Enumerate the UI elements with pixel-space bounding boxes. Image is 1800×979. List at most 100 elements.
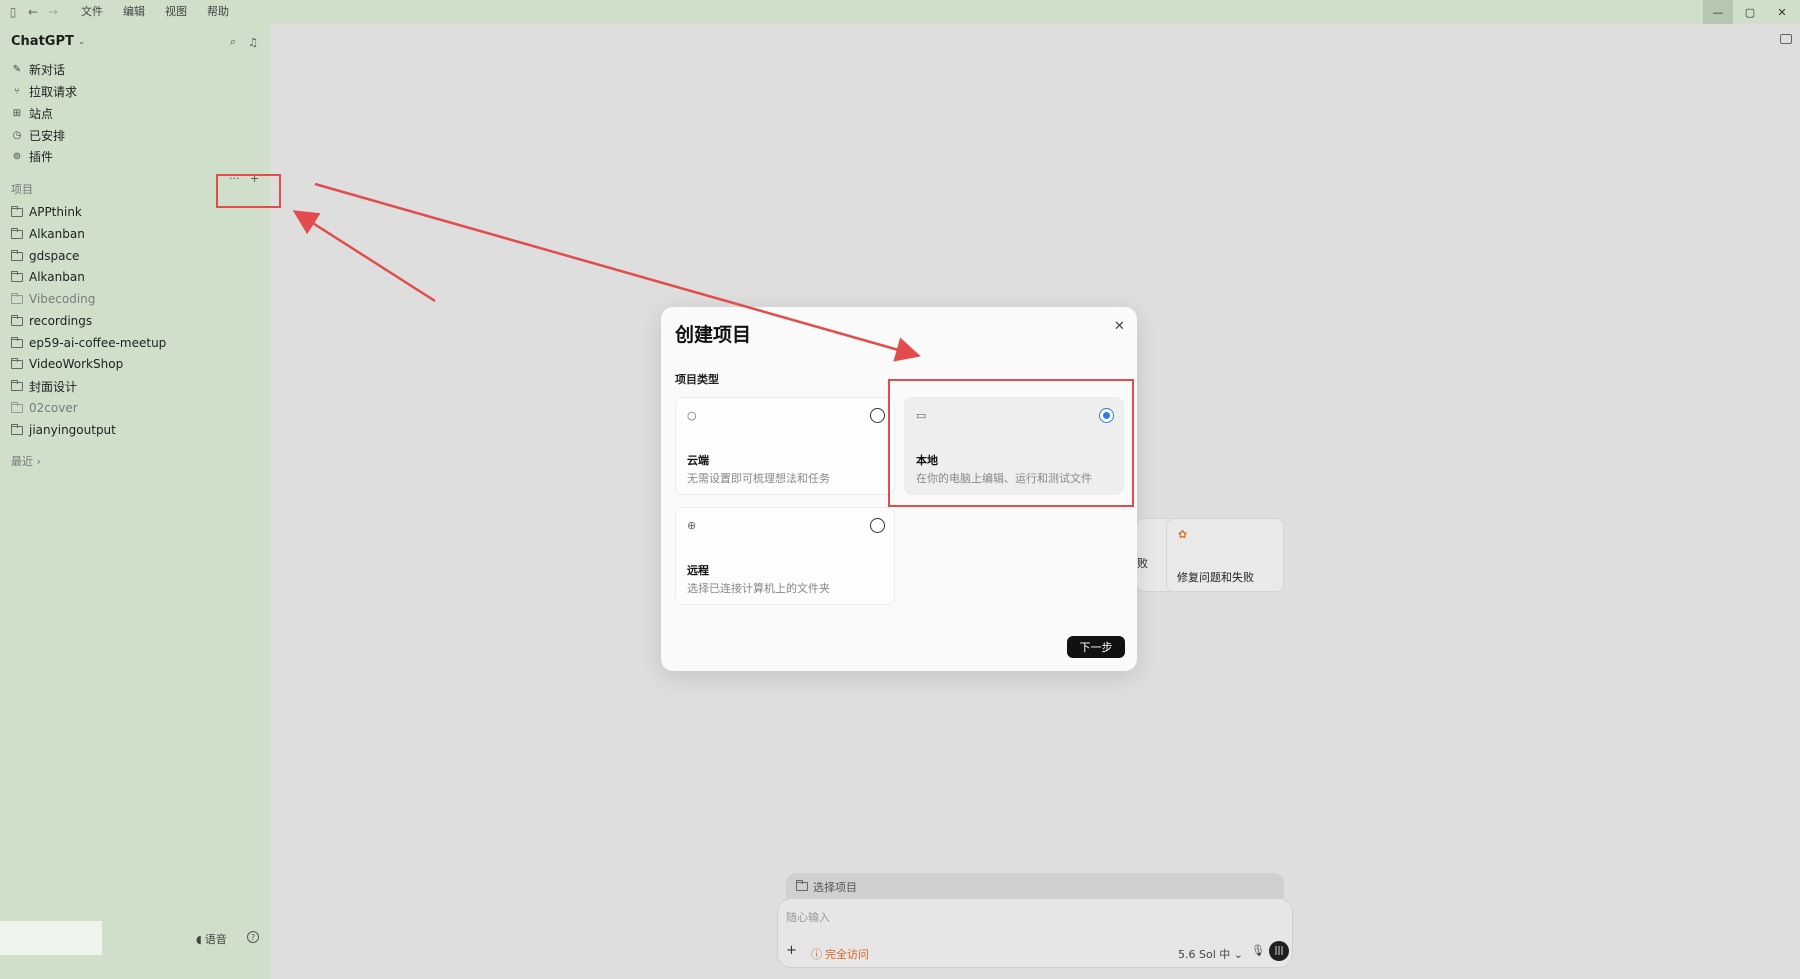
clock-icon: ◷ [12,129,22,141]
option-cloud[interactable]: ○ 云端 无需设置即可梳理想法和任务 [675,397,895,495]
pull-request-icon: ⑂ [14,85,20,97]
search-icon[interactable]: ⌕ [225,34,241,50]
project-label: 02cover [29,401,78,415]
edit-icon: ✎ [12,63,22,75]
forward-arrow-icon[interactable]: → [43,0,63,24]
menu-view[interactable]: 视图 [155,0,197,24]
folder-icon [11,270,23,282]
project-label: APPthink [29,205,82,219]
chevron-down-icon: ⌄ [1233,948,1243,961]
project-label: ep59-ai-coffee-meetup [29,336,167,350]
project-label: gdspace [29,249,80,263]
minimize-button[interactable]: — [1703,0,1733,24]
microphone-icon[interactable]: 🎙 [1251,944,1265,957]
option-title: 云端 [687,454,709,467]
project-item[interactable]: Alkanban [11,224,85,244]
option-title: 远程 [687,564,709,577]
brand-name: ChatGPT [11,34,74,49]
menu-help[interactable]: 帮助 [197,0,239,24]
recent-section-toggle[interactable]: 最近 › [11,453,41,469]
brand-switcher[interactable]: ChatGPT ⌄ [11,34,85,49]
project-label: VideoWorkShop [29,357,124,371]
project-item[interactable]: VideoWorkShop [11,354,123,374]
access-level-button[interactable]: ⓘ 完全访问 [811,946,869,962]
project-item[interactable]: jianyingoutput [11,420,116,440]
project-label: Alkanban [29,270,85,284]
sidebar-item-sites[interactable]: ⊞ 站点 [11,103,53,123]
title-bar: ▯ ← → 文件 编辑 视图 帮助 — ▢ ✕ [0,0,1800,24]
sidebar-item-plugins[interactable]: ⊚ 插件 [11,146,53,166]
model-selector[interactable]: 5.6 Sol 中 ⌄ [1178,946,1243,962]
globe-icon: ⊕ [687,519,697,532]
model-label: 5.6 Sol 中 [1178,948,1231,961]
folder-icon [11,336,23,348]
suggestion-label: 修复问题和失败 [1177,571,1254,584]
project-label: jianyingoutput [29,423,116,437]
select-project-bar[interactable]: 选择项目 [786,873,1284,900]
panel-toggle-icon[interactable] [1780,34,1792,44]
project-type-label: 项目类型 [675,373,719,386]
sidebar-item-label: 插件 [29,149,54,164]
restore-button[interactable]: ▢ [1735,0,1765,24]
project-item[interactable]: recordings [11,311,92,331]
project-item[interactable]: gdspace [11,246,79,266]
cloud-icon: ○ [687,409,697,422]
option-desc: 无需设置即可梳理想法和任务 [687,472,830,485]
bell-icon[interactable]: ♫ [245,34,261,50]
option-desc: 选择已连接计算机上的文件夹 [687,582,830,595]
folder-icon [11,401,23,413]
add-attachment-button[interactable]: + [786,943,797,958]
sidebar-item-new-chat[interactable]: ✎ 新对话 [11,59,65,79]
recent-label: 最近 [11,455,33,468]
voice-label: 语音 [204,933,227,946]
option-remote[interactable]: ⊕ 远程 选择已连接计算机上的文件夹 [675,507,895,605]
help-icon[interactable]: ? [247,931,259,943]
project-item[interactable]: ep59-ai-coffee-meetup [11,333,166,353]
close-window-button[interactable]: ✕ [1767,0,1797,24]
dialog-title: 创建项目 [675,324,752,346]
folder-icon [796,880,808,891]
sites-icon: ⊞ [12,107,22,119]
sidebar-item-label: 站点 [29,106,54,121]
access-level-label: 完全访问 [825,948,869,961]
annotation-box-projects-controls [216,174,281,208]
select-project-label: 选择项目 [813,880,857,894]
radio-remote[interactable] [870,518,885,533]
suggestion-label: 败 [1137,557,1148,570]
chevron-down-icon: ⌄ [77,36,86,47]
annotation-box-local-option [888,379,1134,507]
sidebar-footer-account[interactable] [0,921,102,955]
project-item[interactable]: 02cover [11,398,78,418]
sidebar: ChatGPT ⌄ ⌕ ♫ ✎ 新对话 ⑂ 拉取请求 ⊞ 站点 ◷ 已安排 ⊚ … [0,24,270,979]
project-label: 封面设计 [29,379,78,394]
voice-mode-button[interactable]: ||| [1269,941,1289,961]
folder-icon [11,314,23,326]
close-icon[interactable]: ✕ [1114,319,1125,334]
radio-cloud[interactable] [870,408,885,423]
project-label: Alkanban [29,227,85,241]
menu-edit[interactable]: 编辑 [113,0,155,24]
project-item[interactable]: Vibecoding [11,289,95,309]
projects-section-label: 项目 [11,183,33,196]
project-label: recordings [29,314,93,328]
project-item[interactable]: 封面设计 [11,376,77,396]
folder-icon [11,423,23,435]
back-arrow-icon[interactable]: ← [23,0,43,24]
sidebar-item-pull-requests[interactable]: ⑂ 拉取请求 [11,81,77,101]
bug-icon: ✿ [1178,528,1188,541]
voice-button[interactable]: ◖ 语音 [196,931,227,947]
sidebar-item-scheduled[interactable]: ◷ 已安排 [11,125,65,145]
project-item[interactable]: Alkanban [11,267,85,287]
next-button[interactable]: 下一步 [1067,636,1125,658]
sidebar-toggle-icon[interactable]: ▯ [3,0,23,24]
menu-file[interactable]: 文件 [71,0,113,24]
plugin-icon: ⊚ [12,150,22,162]
composer: 随心输入 + ⓘ 完全访问 5.6 Sol 中 ⌄ 🎙 ||| [777,898,1293,968]
composer-input[interactable]: 随心输入 [786,909,830,925]
folder-icon [11,292,23,304]
warning-icon: ⓘ [811,948,822,961]
folder-icon [11,227,23,239]
sidebar-item-label: 新对话 [29,62,66,77]
project-item[interactable]: APPthink [11,202,82,222]
project-label: Vibecoding [29,292,96,306]
